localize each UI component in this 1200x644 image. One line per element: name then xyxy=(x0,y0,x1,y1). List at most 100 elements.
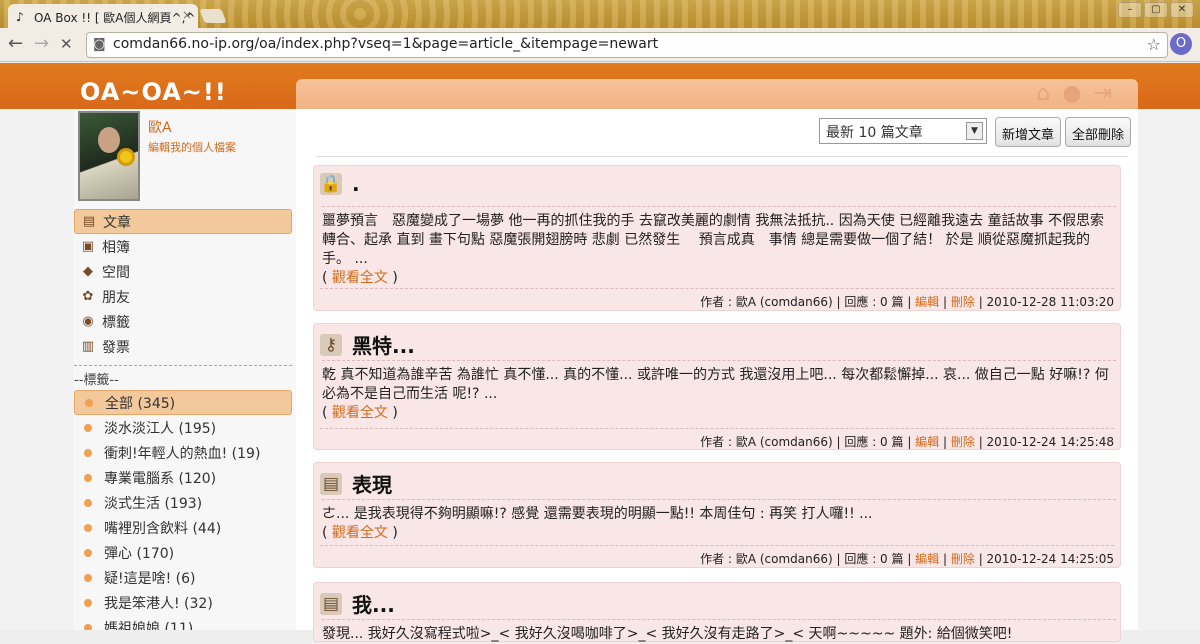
sidebar-item-0[interactable]: ▤ 文章 xyxy=(74,209,292,234)
sidebar-menu: ▤ 文章 ▣ 相簿 ◆ 空間 ✿ 朋友 ◉ 標籤 ▥ 發票 --標籤-- 全部 (345) 淡水淡江人 (1… xyxy=(74,209,292,630)
tab-title: OA Box !! [ 歐A個人網頁^,^ ] xyxy=(34,11,198,25)
tag-item[interactable]: 淡水淡江人 (195) xyxy=(74,415,292,440)
stop-button[interactable]: ✕ xyxy=(60,34,73,54)
article-header: ▤ 我... xyxy=(320,589,395,618)
bullet-icon xyxy=(84,498,92,507)
sidebar-item-5[interactable]: ▥ 發票 xyxy=(74,334,292,359)
tag-icon: ◉ xyxy=(82,313,94,329)
bullet-icon xyxy=(84,573,92,582)
bullet-icon xyxy=(84,448,92,457)
extension-icon[interactable]: O xyxy=(1170,33,1192,55)
article-card: ▤ 我... 發現... 我好久沒寫程式啦>_< 我好久沒喝咖啡了>_< 我好久沒有… xyxy=(313,582,1121,642)
article-header: ⚷ 黑特... xyxy=(320,330,415,359)
article-header: 🔒. xyxy=(320,172,360,196)
excerpt-text: 乾 真不知道為誰辛苦 為誰忙 真不懂... 真的不懂... 或許唯一的方式 我還… xyxy=(322,367,1109,402)
tag-label: 專業電腦系 (120) xyxy=(104,470,217,487)
tag-label: 疑!這是啥! (6) xyxy=(104,570,196,587)
article-title[interactable]: . xyxy=(352,172,360,196)
read-more-link[interactable]: 觀看全文 xyxy=(332,405,388,421)
home-icon[interactable]: ⌂ xyxy=(1036,81,1050,106)
edit-link[interactable]: 編輯 xyxy=(915,295,939,309)
sidebar-item-1[interactable]: ▣ 相簿 xyxy=(74,234,292,259)
lock-icon: 🔒 xyxy=(320,173,342,195)
bookmark-star-icon[interactable]: ☆ xyxy=(1147,35,1161,54)
new-tab-button[interactable] xyxy=(199,9,227,23)
tag-label: 淡水淡江人 (195) xyxy=(104,420,217,437)
site-title[interactable]: OA~OA~!! xyxy=(80,78,227,106)
delete-link[interactable]: 刪除 xyxy=(951,435,975,449)
sidebar-item-4[interactable]: ◉ 標籤 xyxy=(74,309,292,334)
select-value: 最新 10 篇文章 xyxy=(826,125,923,141)
browser-tab[interactable]: ♪ OA Box !! [ 歐A個人網頁^,^ ] × xyxy=(8,4,198,28)
close-window-button[interactable]: ✕ xyxy=(1170,2,1194,18)
user-icon[interactable]: ● xyxy=(1062,81,1081,106)
tag-label: 媽祖娘娘 (11) xyxy=(104,620,194,631)
meta-sep: | xyxy=(939,552,951,566)
sidebar-item-3[interactable]: ✿ 朋友 xyxy=(74,284,292,309)
chevron-down-icon[interactable]: ▼ xyxy=(966,122,983,140)
tag-item[interactable]: 媽祖娘娘 (11) xyxy=(74,615,292,630)
tag-label: 全部 (345) xyxy=(105,395,176,412)
maximize-button[interactable]: ▢ xyxy=(1144,2,1168,18)
tab-close-icon[interactable]: × xyxy=(182,8,192,22)
article-meta: 作者 : 歐A (comdan66) | 回應 : 0 篇 | 編輯 | 刪除 … xyxy=(320,428,1114,450)
edit-profile-link[interactable]: 編輯我的個人檔案 xyxy=(148,139,236,155)
url-text[interactable]: comdan66.no-ip.org/oa/index.php?vseq=1&p… xyxy=(113,36,658,52)
article-excerpt: 發現... 我好久沒寫程式啦>_< 我好久沒喝咖啡了>_< 我好久沒有走路了>_… xyxy=(322,619,1116,644)
delete-link[interactable]: 刪除 xyxy=(951,552,975,566)
meta-date: | 2010-12-28 11:03:20 xyxy=(974,295,1114,309)
bullet-icon xyxy=(84,598,92,607)
tag-item[interactable]: 衝刺!年輕人的熱血! (19) xyxy=(74,440,292,465)
tag-item[interactable]: 嘴裡別含飲料 (44) xyxy=(74,515,292,540)
tag-item[interactable]: 疑!這是啥! (6) xyxy=(74,565,292,590)
paren-close: ) xyxy=(387,405,398,421)
edit-link[interactable]: 編輯 xyxy=(915,552,939,566)
article-excerpt: 噩夢預言 惡魔變成了一場夢 他一再的抓住我的手 去竄改美麗的劇情 我無法抵抗..… xyxy=(322,206,1116,288)
meta-date: | 2010-12-24 14:25:48 xyxy=(974,435,1114,449)
sidebar-item-2[interactable]: ◆ 空間 xyxy=(74,259,292,284)
back-button[interactable]: ← xyxy=(8,34,23,54)
article-excerpt: ㄜ... 是我表現得不夠明顯嘛!? 感覺 還需要表現的明顯一點!! 本周佳句 :… xyxy=(322,499,1116,543)
article-title[interactable]: 黑特... xyxy=(352,330,415,359)
article-count-select[interactable]: 最新 10 篇文章 ▼ xyxy=(819,118,987,144)
tag-item[interactable]: 專業電腦系 (120) xyxy=(74,465,292,490)
tag-item[interactable]: 全部 (345) xyxy=(74,390,292,415)
edit-link[interactable]: 編輯 xyxy=(915,435,939,449)
paren-open: ( xyxy=(322,525,332,541)
key-icon: ⚷ xyxy=(320,333,342,356)
sidebar: 歐A 編輯我的個人檔案 ▤ 文章 ▣ 相簿 ◆ 空間 ✿ 朋友 ◉ 標籤 ▥ 發票 --標籤-- 全部 (… xyxy=(74,109,296,630)
article-card: ⚷ 黑特... 乾 真不知道為誰辛苦 為誰忙 真不懂... 真的不懂... 或許唯一… xyxy=(313,323,1121,450)
tag-label: 衝刺!年輕人的熱血! (19) xyxy=(104,445,261,462)
sidebar-item-label: 發票 xyxy=(102,339,130,356)
tag-item[interactable]: 彈心 (170) xyxy=(74,540,292,565)
tag-label: 我是笨港人! (32) xyxy=(104,595,213,612)
article-title[interactable]: 我... xyxy=(352,589,395,618)
minimize-button[interactable]: – xyxy=(1118,2,1142,18)
tag-item[interactable]: 淡式生活 (193) xyxy=(74,490,292,515)
article-icon: ▤ xyxy=(82,213,96,229)
meta-sep: | xyxy=(939,435,951,449)
article-header: ▤ 表現 xyxy=(320,469,392,498)
logout-icon[interactable]: ⇥ xyxy=(1094,81,1112,106)
read-more-link[interactable]: 觀看全文 xyxy=(332,525,388,541)
address-bar[interactable]: ◙ comdan66.no-ip.org/oa/index.php?vseq=1… xyxy=(86,32,1168,58)
avatar[interactable] xyxy=(78,111,140,201)
bullet-icon xyxy=(84,473,92,482)
favicon-icon: ♪ xyxy=(16,10,24,24)
invoice-icon: ▥ xyxy=(81,338,95,354)
divider xyxy=(316,156,1128,157)
delete-all-button[interactable]: 全部刪除 xyxy=(1065,117,1132,147)
tag-item[interactable]: 我是笨港人! (32) xyxy=(74,590,292,615)
sidebar-item-label: 文章 xyxy=(103,214,131,231)
delete-link[interactable]: 刪除 xyxy=(951,295,975,309)
space-icon: ◆ xyxy=(83,263,93,279)
friends-icon: ✿ xyxy=(82,288,94,304)
paren-open: ( xyxy=(322,405,332,421)
paren-open: ( xyxy=(322,270,332,286)
forward-button[interactable]: → xyxy=(34,34,49,54)
read-more-link[interactable]: 觀看全文 xyxy=(332,270,388,286)
top-icons: ⌂ ● ⇥ xyxy=(1036,81,1112,106)
user-name[interactable]: 歐A xyxy=(148,117,172,137)
article-title[interactable]: 表現 xyxy=(352,469,392,498)
new-article-button[interactable]: 新增文章 xyxy=(995,117,1062,147)
